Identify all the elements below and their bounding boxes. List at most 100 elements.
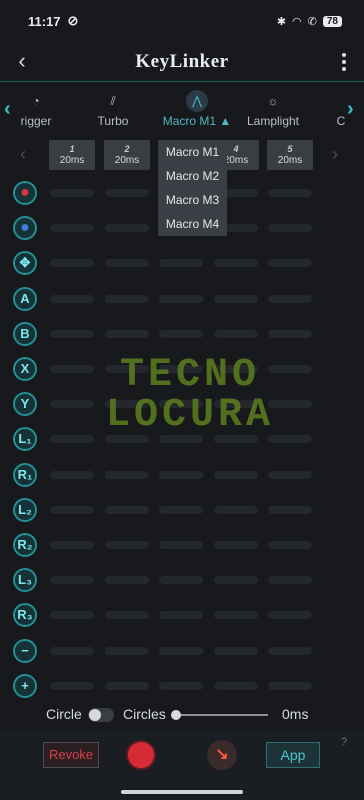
grid-cell[interactable] [159, 329, 203, 338]
step-5[interactable]: 5 20ms [267, 140, 313, 170]
l1-button-icon[interactable]: L₁ [13, 427, 37, 452]
grid-cell[interactable] [268, 224, 312, 233]
grid-cell[interactable] [214, 646, 258, 655]
grid-cell[interactable] [159, 646, 203, 655]
grid-cell[interactable] [105, 189, 149, 197]
record-button[interactable] [126, 740, 156, 770]
minus-button-icon[interactable]: − [13, 638, 37, 663]
b-button-icon[interactable]: B [13, 321, 37, 346]
x-button-icon[interactable]: X [13, 357, 37, 381]
grid-cell[interactable] [268, 646, 312, 655]
tab-trigger[interactable]: ◔ rigger [16, 84, 56, 136]
dropdown-option-m4[interactable]: Macro M4 [158, 212, 227, 236]
grid-cell[interactable] [268, 681, 312, 690]
step-1[interactable]: 1 20ms [49, 140, 95, 170]
red-button-icon[interactable]: ● [13, 181, 37, 205]
revoke-button[interactable]: Revoke [43, 742, 99, 768]
dropdown-option-m1[interactable]: Macro M1 [158, 140, 227, 164]
grid-cell[interactable] [159, 505, 203, 514]
dropdown-option-m3[interactable]: Macro M3 [158, 188, 227, 212]
tab-label: rigger [20, 114, 52, 128]
l3-button-icon[interactable]: L₃ [13, 568, 37, 593]
slider-thumb[interactable] [171, 710, 181, 720]
step-2[interactable]: 2 20ms [104, 140, 150, 170]
grid-cell[interactable] [159, 611, 203, 620]
grid-cell[interactable] [214, 470, 258, 479]
redirect-icon[interactable]: ↘ [207, 740, 237, 770]
grid-cell[interactable] [268, 505, 312, 514]
grid-cell[interactable] [214, 259, 258, 268]
plus-button-icon[interactable]: + [13, 673, 37, 698]
l2-button-icon[interactable]: L₂ [13, 497, 37, 522]
a-button-icon[interactable]: A [13, 286, 37, 311]
back-arrow-icon[interactable]: ‹ [12, 48, 32, 74]
grid-cell[interactable] [50, 541, 94, 549]
grid-cell[interactable] [105, 646, 149, 655]
grid-cell[interactable] [268, 470, 312, 479]
tab-macro[interactable]: ⋀ Macro M1 ▲ [160, 84, 234, 136]
grid-cell[interactable] [268, 611, 312, 620]
grid-cell[interactable] [50, 259, 94, 268]
tab-next[interactable]: C [334, 84, 348, 136]
tab-lamplight[interactable]: ☼ Lamplight [242, 84, 304, 136]
blue-button-icon[interactable]: ● [13, 216, 37, 241]
grid-cell[interactable] [268, 576, 312, 585]
app-button[interactable]: App [266, 742, 320, 768]
tab-turbo[interactable]: ⫽ Turbo [88, 84, 138, 136]
r2-button-icon[interactable]: R₂ [13, 533, 37, 557]
grid-cell[interactable] [159, 259, 203, 268]
help-icon[interactable]: ? [341, 736, 347, 748]
grid-cell[interactable] [105, 611, 149, 620]
grid-cell[interactable] [159, 541, 203, 549]
grid-cell[interactable] [50, 646, 94, 655]
grid-cell[interactable] [50, 505, 94, 514]
grid-cell[interactable] [105, 224, 149, 233]
grid-cell[interactable] [50, 329, 94, 338]
steps-prev-arrow-icon[interactable]: ‹ [20, 144, 26, 165]
grid-cell[interactable] [214, 576, 258, 585]
grid-cell[interactable] [214, 294, 258, 303]
grid-cell[interactable] [50, 611, 94, 620]
grid-cell[interactable] [268, 435, 312, 444]
grid-cell[interactable] [159, 294, 203, 303]
grid-cell[interactable] [214, 329, 258, 338]
grid-cell[interactable] [105, 294, 149, 303]
grid-cell[interactable] [268, 329, 312, 338]
grid-cell[interactable] [105, 505, 149, 514]
grid-cell[interactable] [159, 470, 203, 479]
grid-cell[interactable] [105, 681, 149, 690]
r1-button-icon[interactable]: R₁ [13, 462, 37, 487]
grid-cell[interactable] [268, 189, 312, 197]
grid-cell[interactable] [268, 541, 312, 549]
grid-cell[interactable] [105, 470, 149, 479]
grid-cell[interactable] [268, 294, 312, 303]
y-button-icon[interactable]: Y [13, 392, 37, 417]
grid-cell[interactable] [50, 435, 94, 444]
grid-cell[interactable] [214, 611, 258, 620]
grid-cell[interactable] [50, 576, 94, 585]
grid-cell[interactable] [159, 681, 203, 690]
more-options-icon[interactable] [342, 50, 346, 74]
grid-cell[interactable] [50, 470, 94, 479]
dropdown-option-m2[interactable]: Macro M2 [158, 164, 227, 188]
r3-button-icon[interactable]: R₃ [13, 603, 37, 628]
steps-next-arrow-icon[interactable]: › [332, 144, 338, 165]
grid-cell[interactable] [159, 576, 203, 585]
grid-cell[interactable] [50, 681, 94, 690]
dpad-icon[interactable]: ✥ [13, 251, 37, 276]
circle-toggle[interactable] [88, 708, 114, 722]
grid-cell[interactable] [50, 294, 94, 303]
grid-cell[interactable] [268, 259, 312, 268]
grid-cell[interactable] [214, 505, 258, 514]
grid-cell[interactable] [214, 541, 258, 549]
grid-cell[interactable] [50, 189, 94, 197]
grid-cell[interactable] [214, 681, 258, 690]
grid-row: − [0, 634, 364, 668]
grid-cell[interactable] [105, 259, 149, 268]
home-indicator[interactable] [121, 790, 243, 794]
grid-cell[interactable] [105, 576, 149, 585]
grid-cell[interactable] [105, 541, 149, 549]
grid-cell[interactable] [50, 224, 94, 233]
circles-slider[interactable] [171, 710, 268, 720]
grid-cell[interactable] [105, 329, 149, 338]
